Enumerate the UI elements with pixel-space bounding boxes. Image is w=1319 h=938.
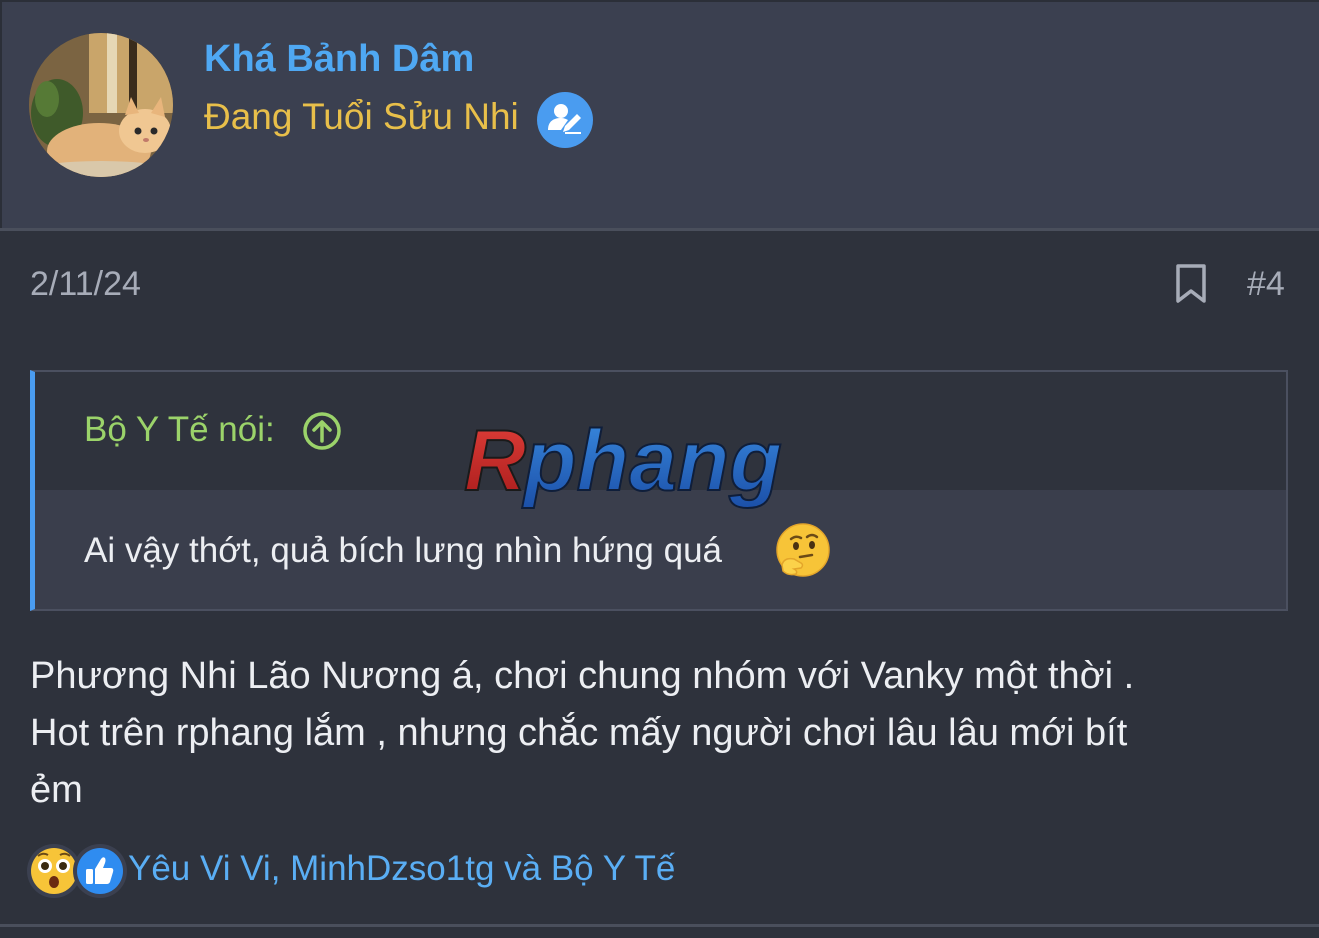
verified-user-icon (537, 92, 593, 148)
reactions-bar: Yêu Vi Vi, MinhDzso1tg và Bộ Y Tế (26, 843, 726, 901)
post-body-line: Hot trên rphang lắm , nhưng chắc mấy ngư… (30, 712, 1128, 754)
user-title: Đang Tuổi Sửu Nhi (204, 96, 519, 137)
quote-author-link[interactable]: Bộ Y Tế nói: (84, 410, 275, 450)
reaction-users-link[interactable]: Yêu Vi Vi, MinhDzso1tg và Bộ Y Tế (128, 849, 675, 889)
quote-text: Ai vậy thớt, quả bích lưng nhìn hứng quá (84, 531, 722, 570)
watermark-rest: phang (522, 413, 782, 509)
post-body-line: ẻm (30, 769, 83, 811)
watermark-initial: R (464, 413, 526, 509)
cat-photo-avatar-icon (29, 33, 173, 177)
post-number-link[interactable]: #4 (1247, 265, 1285, 304)
watermark-logo: R phang (462, 410, 862, 520)
post-date: 2/11/24 (30, 265, 141, 303)
username-link[interactable]: Khá Bảnh Dâm (204, 38, 474, 81)
thinking-face-icon (774, 521, 832, 579)
thumbs-up-icon[interactable] (72, 843, 128, 899)
post-body: Phương Nhi Lão Nương á, chơi chung nhóm … (30, 648, 1270, 819)
forum-post: Khá Bảnh Dâm Đang Tuổi Sửu Nhi 2/11/24 #… (0, 0, 1319, 938)
divider (0, 228, 1319, 231)
divider (0, 924, 1319, 927)
bookmark-icon[interactable] (1173, 263, 1209, 305)
user-card (0, 0, 1319, 228)
avatar[interactable] (29, 33, 173, 177)
arrow-up-circle-icon[interactable] (302, 411, 342, 451)
post-body-line: Phương Nhi Lão Nương á, chơi chung nhóm … (30, 655, 1135, 697)
